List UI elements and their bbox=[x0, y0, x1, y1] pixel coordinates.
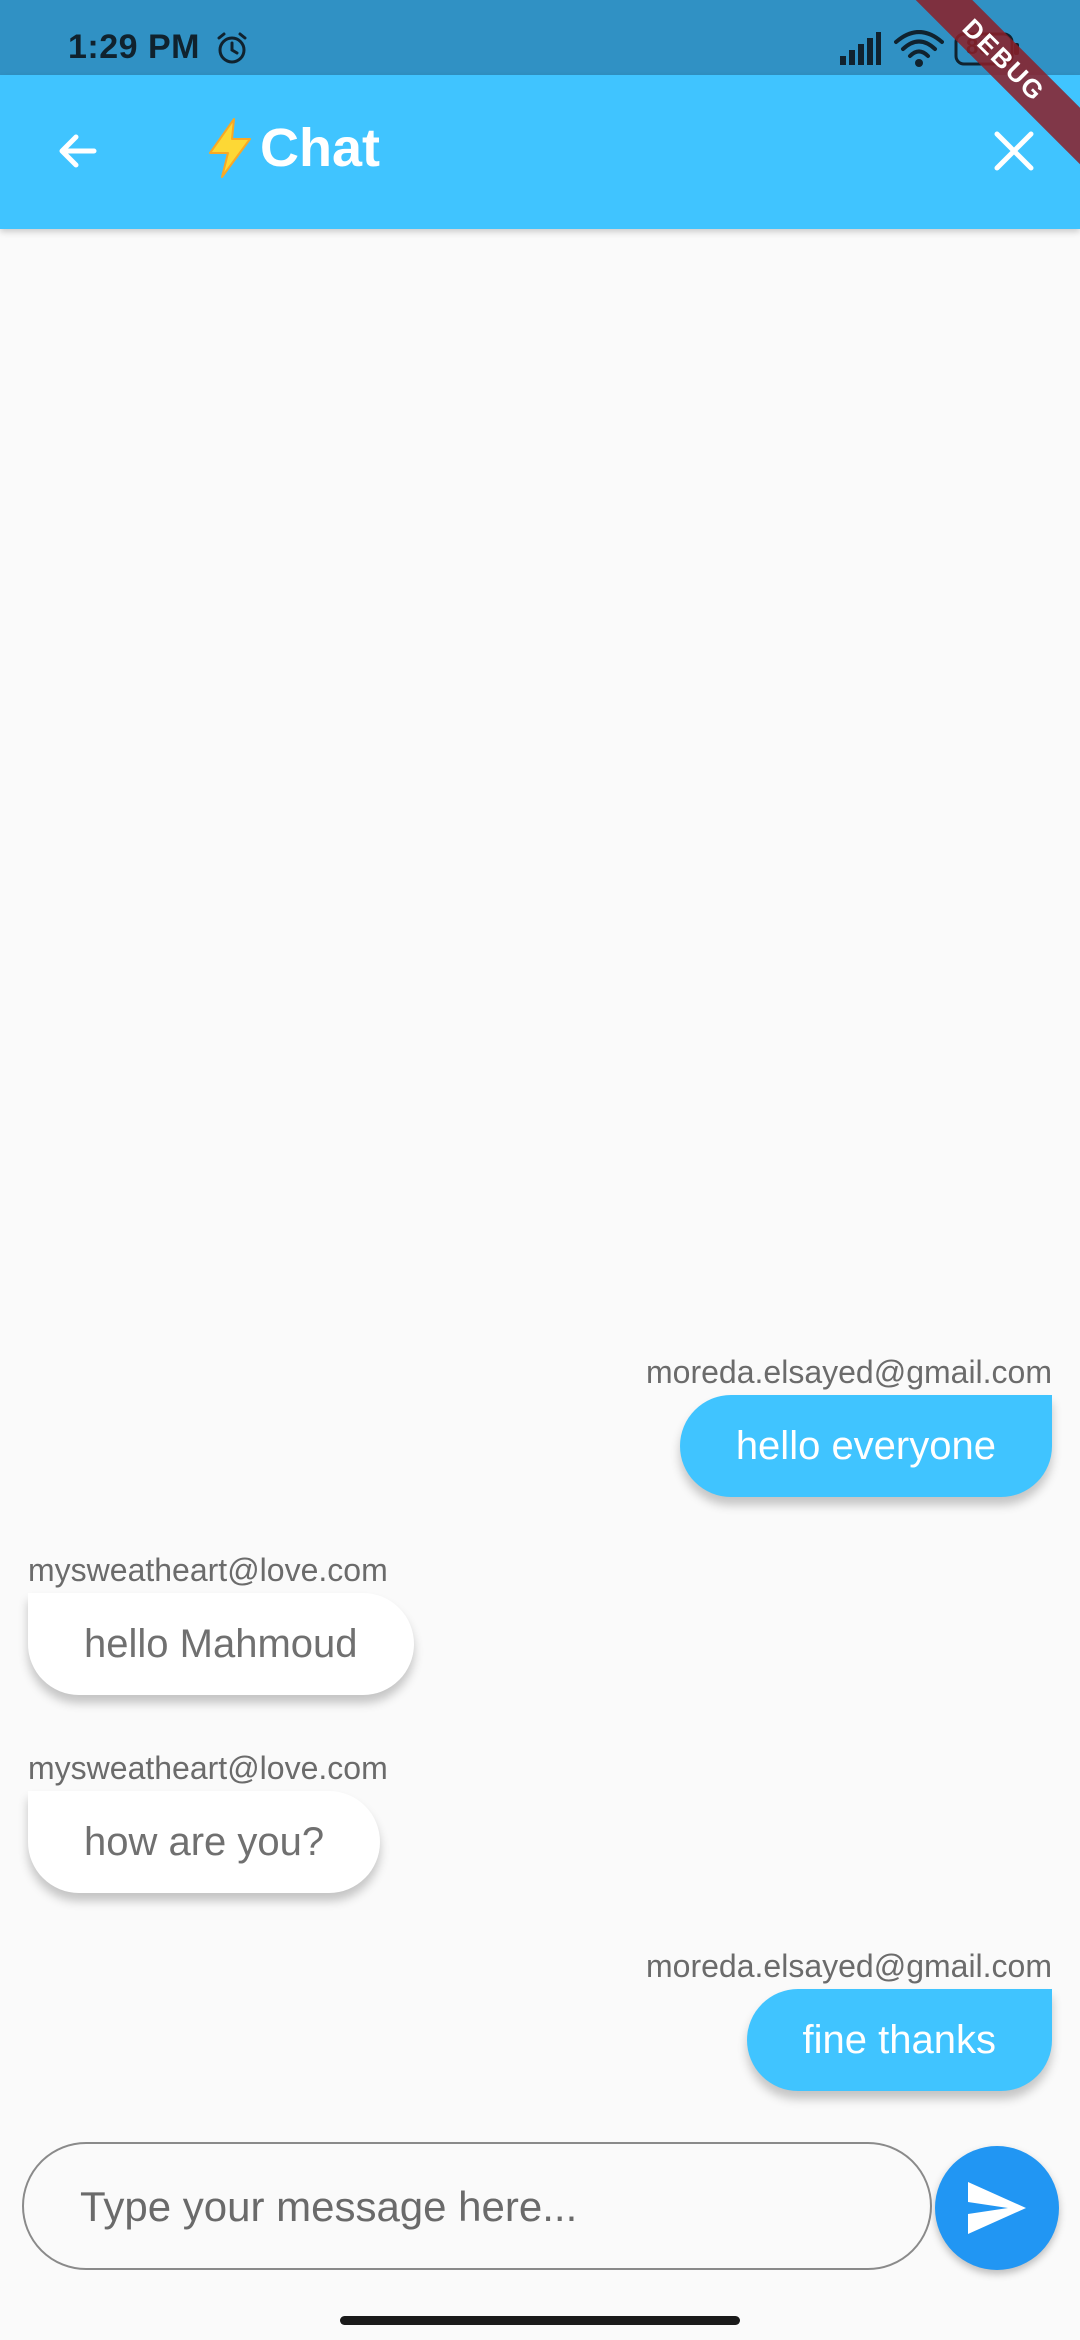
message-bubble[interactable]: how are you? bbox=[28, 1791, 381, 1893]
message-input[interactable] bbox=[78, 2144, 902, 2270]
close-icon bbox=[994, 131, 1034, 171]
signal-icon bbox=[840, 32, 881, 65]
home-indicator[interactable] bbox=[340, 2316, 740, 2325]
message-bubble[interactable]: hello everyone bbox=[679, 1395, 1052, 1497]
message-sender: moreda.elsayed@gmail.com bbox=[646, 1948, 1052, 1984]
send-icon bbox=[968, 2182, 1026, 2234]
message-item: moreda.elsayed@gmail.com fine thanks bbox=[646, 1948, 1052, 2091]
message-bubble[interactable]: hello Mahmoud bbox=[28, 1593, 414, 1695]
message-sender: mysweatheart@love.com bbox=[28, 1750, 388, 1786]
page-title: Chat bbox=[204, 117, 380, 179]
lightning-bolt-icon bbox=[209, 118, 251, 178]
status-bar: 1:29 PM 80 bbox=[0, 0, 1080, 75]
status-time: 1:29 PM bbox=[68, 28, 200, 66]
alarm-icon bbox=[217, 32, 247, 64]
app-bar: Chat bbox=[0, 75, 1080, 229]
message-input-container bbox=[22, 2142, 932, 2270]
arrow-back-icon bbox=[59, 134, 97, 168]
back-button[interactable] bbox=[40, 113, 116, 189]
send-button[interactable] bbox=[935, 2146, 1059, 2270]
app-title-text: Chat bbox=[260, 118, 380, 178]
wifi-icon bbox=[894, 30, 944, 67]
message-sender: moreda.elsayed@gmail.com bbox=[646, 1354, 1052, 1390]
message-bubble[interactable]: fine thanks bbox=[746, 1989, 1052, 2091]
message-item: mysweatheart@love.com hello Mahmoud bbox=[28, 1552, 414, 1695]
message-sender: mysweatheart@love.com bbox=[28, 1552, 388, 1588]
message-item: moreda.elsayed@gmail.com hello everyone bbox=[646, 1354, 1052, 1497]
chat-screen: 1:29 PM 80 DEBUG bbox=[0, 0, 1080, 2340]
message-list[interactable]: moreda.elsayed@gmail.com hello everyone … bbox=[0, 229, 1080, 2129]
message-item: mysweatheart@love.com how are you? bbox=[28, 1750, 388, 1893]
